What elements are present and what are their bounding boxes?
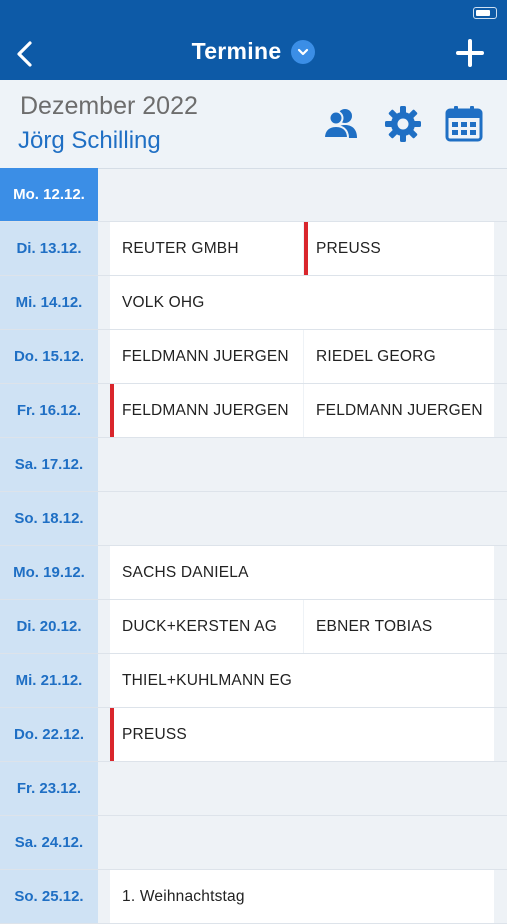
appointment-cell[interactable]: PREUSS <box>304 222 494 275</box>
page-title: Termine <box>191 38 282 64</box>
day-row: Do. 15.12. FELDMANN JUERGEN RIEDEL GEORG <box>0 330 507 384</box>
day-label[interactable]: Mi. 14.12. <box>0 276 98 329</box>
day-row: Mi. 14.12. VOLK OHG <box>0 276 507 330</box>
calendar-icon <box>445 106 483 142</box>
chevron-down-icon <box>291 39 316 64</box>
day-label[interactable]: Mo. 19.12. <box>0 546 98 599</box>
day-row: Di. 13.12. REUTER GMBH PREUSS <box>0 222 507 276</box>
appointment-cell[interactable]: FELDMANN JUERGEN <box>304 384 494 437</box>
appointment-cell[interactable]: FELDMANN JUERGEN <box>110 330 303 383</box>
priority-marker <box>110 384 114 437</box>
settings-button[interactable] <box>383 104 423 144</box>
appointment-label: REUTER GMBH <box>122 239 239 257</box>
day-label[interactable]: Di. 13.12. <box>0 222 98 275</box>
day-label[interactable]: Do. 22.12. <box>0 708 98 761</box>
day-label[interactable]: Di. 20.12. <box>0 600 98 653</box>
day-label[interactable]: So. 18.12. <box>0 492 98 545</box>
people-button[interactable] <box>322 104 362 144</box>
appointment-label: FELDMANN JUERGEN <box>122 347 289 365</box>
nav-bar: Termine <box>0 28 507 80</box>
appointment-label: VOLK OHG <box>122 293 205 311</box>
day-row: So. 18.12. <box>0 492 507 546</box>
appointment-cell[interactable]: DUCK+KERSTEN AG <box>110 600 303 653</box>
day-label[interactable]: Mi. 21.12. <box>0 654 98 707</box>
appointment-cell[interactable]: REUTER GMBH <box>110 222 303 275</box>
appointment-cell[interactable]: SACHS DANIELA <box>110 546 494 599</box>
appointment-label: 1. Weihnachtstag <box>122 887 245 905</box>
day-row: Mo. 12.12. <box>0 168 507 222</box>
appointment-cell[interactable]: RIEDEL GEORG <box>304 330 494 383</box>
appointment-cell[interactable]: 1. Weihnachtstag <box>110 870 494 923</box>
appointment-label: EBNER TOBIAS <box>316 617 433 635</box>
appointment-cell[interactable]: THIEL+KUHLMANN EG <box>110 654 494 707</box>
day-label[interactable]: Sa. 24.12. <box>0 816 98 869</box>
month-label: Dezember 2022 <box>20 92 198 120</box>
add-button[interactable] <box>455 38 485 68</box>
people-icon <box>322 109 357 139</box>
title-dropdown[interactable]: Termine <box>0 38 507 65</box>
day-row: Do. 22.12. PREUSS <box>0 708 507 762</box>
calendar-button[interactable] <box>444 104 484 144</box>
person-label[interactable]: Jörg Schilling <box>18 127 161 155</box>
day-label[interactable]: So. 25.12. <box>0 870 98 923</box>
day-row: Fr. 16.12. FELDMANN JUERGEN FELDMANN JUERG… <box>0 384 507 438</box>
day-label[interactable]: Fr. 16.12. <box>0 384 98 437</box>
day-row: So. 25.12. 1. Weihnachtstag <box>0 870 507 924</box>
gear-icon <box>385 106 421 142</box>
appointment-label: THIEL+KUHLMANN EG <box>122 671 293 689</box>
appointment-cell[interactable]: EBNER TOBIAS <box>304 600 494 653</box>
priority-marker <box>304 222 308 275</box>
day-row: Sa. 24.12. <box>0 816 507 870</box>
appointment-label: FELDMANN JUERGEN <box>316 401 483 419</box>
appointment-label: FELDMANN JUERGEN <box>122 401 289 419</box>
appointment-label: RIEDEL GEORG <box>316 347 436 365</box>
appointment-cell[interactable]: VOLK OHG <box>110 276 494 329</box>
appointment-cell[interactable]: PREUSS <box>110 708 494 761</box>
appointment-cell[interactable]: FELDMANN JUERGEN <box>110 384 303 437</box>
appointment-label: PREUSS <box>316 239 381 257</box>
day-row: Di. 20.12. DUCK+KERSTEN AG EBNER TOBIAS <box>0 600 507 654</box>
appointment-label: PREUSS <box>122 725 187 743</box>
day-label[interactable]: Mo. 12.12. <box>0 168 98 221</box>
day-label[interactable]: Fr. 23.12. <box>0 762 98 815</box>
day-label[interactable]: Sa. 17.12. <box>0 438 98 491</box>
plus-icon <box>456 39 484 67</box>
appointment-label: DUCK+KERSTEN AG <box>122 617 278 635</box>
day-label[interactable]: Do. 15.12. <box>0 330 98 383</box>
day-row: Mi. 21.12. THIEL+KUHLMANN EG <box>0 654 507 708</box>
day-row: Fr. 23.12. <box>0 762 507 816</box>
day-row: Sa. 17.12. <box>0 438 507 492</box>
status-bar <box>0 0 507 28</box>
appointment-label: SACHS DANIELA <box>122 563 249 581</box>
battery-icon <box>473 7 497 19</box>
day-row: Mo. 19.12. SACHS DANIELA <box>0 546 507 600</box>
priority-marker <box>110 708 114 761</box>
appointment-list: Mo. 12.12. Di. 13.12. REUTER GMBH PREUSS Mi.… <box>0 168 507 924</box>
